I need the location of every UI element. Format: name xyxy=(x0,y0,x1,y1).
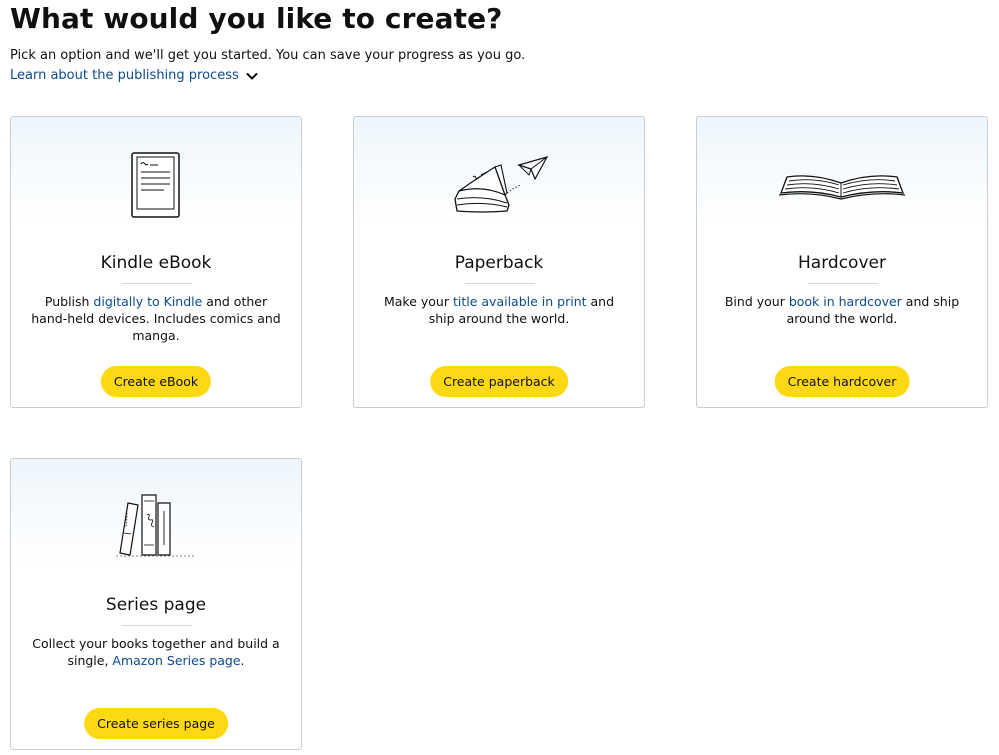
desc-text: Publish xyxy=(44,294,94,309)
card-divider xyxy=(122,283,192,284)
create-ebook-button[interactable]: Create eBook xyxy=(100,366,212,397)
page-subtitle: Pick an option and we'll get you started… xyxy=(10,48,526,63)
card-divider xyxy=(122,625,192,626)
series-page-card: Series page Collect your books together … xyxy=(10,458,302,750)
book-in-hardcover-link[interactable]: book in hardcover xyxy=(789,294,902,309)
kindle-device-icon xyxy=(131,152,181,220)
open-book-icon xyxy=(777,171,907,201)
paperback-book-icon xyxy=(449,155,549,217)
desc-text: . xyxy=(240,653,245,668)
kindle-ebook-card: Kindle eBook Publish digitally to Kindle… xyxy=(10,116,302,408)
card-title: Paperback xyxy=(454,253,544,273)
page-title: What would you like to create? xyxy=(10,2,503,35)
create-page: What would you like to create? Pick an o… xyxy=(0,0,999,755)
learn-publishing-label: Learn about the publishing process xyxy=(10,68,239,83)
hardcover-illustration xyxy=(697,141,987,231)
series-illustration xyxy=(11,483,301,573)
amazon-series-page-link[interactable]: Amazon Series page xyxy=(112,653,240,668)
chevron-down-icon xyxy=(245,69,259,83)
card-description: Collect your books together and build a … xyxy=(27,635,285,669)
desc-text: Make your xyxy=(383,294,453,309)
paperback-card: Paperback Make your title available in p… xyxy=(353,116,645,408)
card-divider xyxy=(808,283,878,284)
title-available-in-print-link[interactable]: title available in print xyxy=(453,294,587,309)
book-series-icon xyxy=(114,493,198,563)
card-title: Kindle eBook xyxy=(100,253,212,273)
kindle-illustration xyxy=(11,141,301,231)
card-description: Publish digitally to Kindle and other ha… xyxy=(27,293,285,344)
create-hardcover-button[interactable]: Create hardcover xyxy=(774,366,910,397)
digitally-to-kindle-link[interactable]: digitally to Kindle xyxy=(93,294,202,309)
card-divider xyxy=(465,283,535,284)
learn-publishing-link[interactable]: Learn about the publishing process xyxy=(10,67,259,85)
paperback-illustration xyxy=(354,141,644,231)
desc-text: Bind your xyxy=(724,294,789,309)
create-series-page-button[interactable]: Create series page xyxy=(84,708,228,739)
card-title: Hardcover xyxy=(798,253,886,273)
card-description: Make your title available in print and s… xyxy=(370,293,628,327)
card-title: Series page xyxy=(105,595,207,615)
create-paperback-button[interactable]: Create paperback xyxy=(430,366,568,397)
card-description: Bind your book in hardcover and ship aro… xyxy=(713,293,971,327)
hardcover-card: Hardcover Bind your book in hardcover an… xyxy=(696,116,988,408)
